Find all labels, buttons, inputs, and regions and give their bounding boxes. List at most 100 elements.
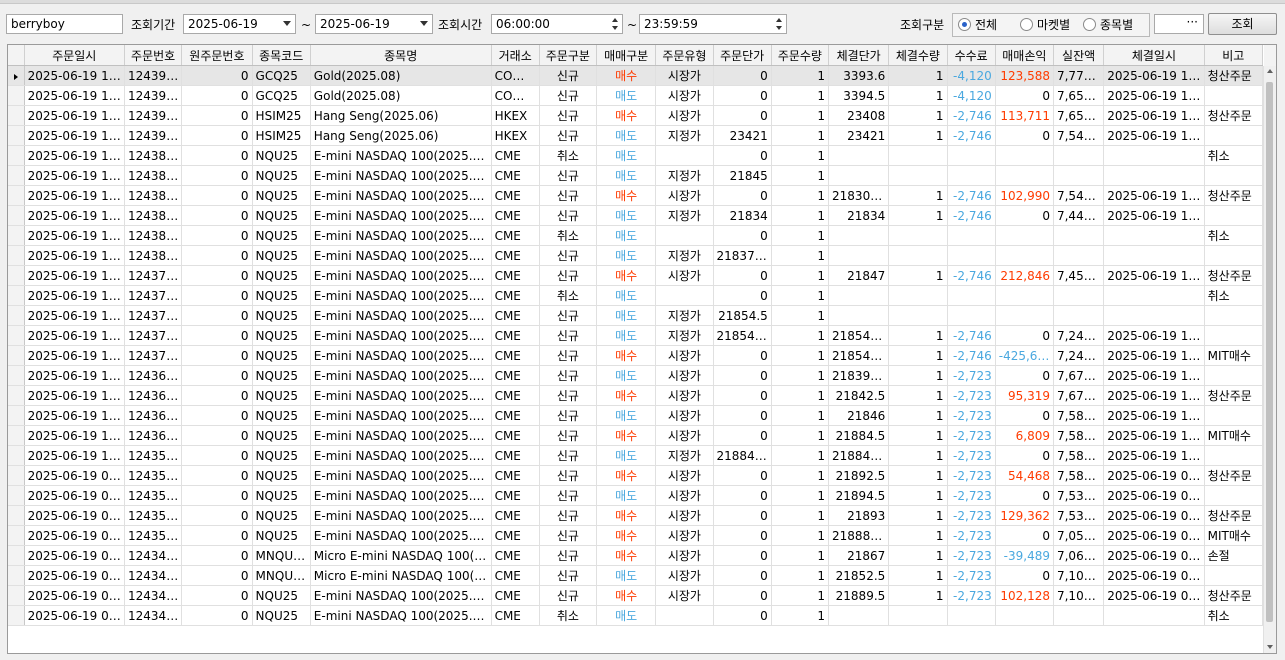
table-row[interactable]: 2025-06-19 11:… 1243957 0 HSIM25 Hang Seng(2… <box>8 125 1264 146</box>
time-from-spinner[interactable]: 06:00:00 <box>491 14 623 34</box>
row-indicator[interactable] <box>8 125 25 146</box>
table-row[interactable]: 2025-06-19 11:… 1243841 0 NQU25 E-mini NASDA… <box>8 205 1264 226</box>
column-header-order-no[interactable]: 주문번호 <box>124 45 183 66</box>
table-row[interactable]: 2025-06-19 09:… 1243451 0 MNQU25 Micro E-min… <box>8 565 1264 586</box>
column-header-order-qty[interactable]: 주문수량 <box>771 45 830 66</box>
column-header-order-price[interactable]: 주문단가 <box>713 45 772 66</box>
cell-order-price: 0 <box>713 565 772 586</box>
row-indicator[interactable] <box>8 225 25 246</box>
table-row[interactable]: 2025-06-19 10:… 1243716 0 NQU25 E-mini NASDA… <box>8 345 1264 366</box>
radio-item[interactable]: 종목별 <box>1083 17 1133 33</box>
row-indicator[interactable] <box>8 505 25 526</box>
table-row[interactable]: 2025-06-19 10:… 1243723 0 NQU25 E-mini NASDA… <box>8 285 1264 306</box>
cell-fee: -2,746 <box>947 205 996 226</box>
row-indicator[interactable] <box>8 425 25 446</box>
cell-orig-order-no: 0 <box>181 485 253 506</box>
time-to-spinner[interactable]: 23:59:59 <box>639 14 787 34</box>
table-row[interactable]: 2025-06-19 11:… 1243855 0 NQU25 E-mini NASDA… <box>8 145 1264 166</box>
row-indicator[interactable] <box>8 365 25 386</box>
user-id-field[interactable]: berryboy <box>6 14 123 34</box>
cell-order-price: 21834 <box>713 205 772 226</box>
row-indicator[interactable] <box>8 345 25 366</box>
column-header-trade-pnl[interactable]: 매매손익 <box>995 45 1054 66</box>
scroll-thumb[interactable] <box>1266 82 1273 622</box>
column-header-order-kind[interactable]: 주문구분 <box>539 45 598 66</box>
table-row[interactable]: 2025-06-19 10:… 1243663 0 NQU25 E-mini NASDA… <box>8 425 1264 446</box>
row-indicator[interactable] <box>8 285 25 306</box>
column-header-side[interactable]: 매매구분 <box>596 45 657 66</box>
row-indicator[interactable] <box>8 265 25 286</box>
table-row[interactable]: 2025-06-19 10:… 1243723 0 NQU25 E-mini NASDA… <box>8 305 1264 326</box>
column-header-fill-qty[interactable]: 체결수량 <box>888 45 948 66</box>
table-row[interactable]: 2025-06-19 09:… 1243553 0 NQU25 E-mini NASDA… <box>8 465 1264 486</box>
row-indicator[interactable] <box>8 545 25 566</box>
column-header-order-time[interactable]: 주문일시 <box>24 45 126 66</box>
column-header-fill-time[interactable]: 체결일시 <box>1103 45 1205 66</box>
table-row[interactable]: 2025-06-19 09:… 1243524 0 NQU25 E-mini NASDA… <box>8 525 1264 546</box>
row-indicator[interactable] <box>8 405 25 426</box>
row-indicator[interactable] <box>8 385 25 406</box>
table-row[interactable]: 2025-06-19 09:… 1243448 0 NQU25 E-mini NASDA… <box>8 585 1264 606</box>
column-header-symbol-code[interactable]: 종목코드 <box>252 45 311 66</box>
row-indicator[interactable] <box>8 205 25 226</box>
table-row[interactable]: 2025-06-19 11:… 1243981 0 GCQ25 Gold(2025.08… <box>8 85 1264 106</box>
date-from-picker[interactable]: 2025-06-19 <box>183 14 296 34</box>
row-indicator[interactable] <box>8 185 25 206</box>
column-header-remark[interactable]: 비고 <box>1204 45 1264 66</box>
row-indicator[interactable] <box>8 465 25 486</box>
row-indicator[interactable] <box>8 565 25 586</box>
table-row[interactable]: 2025-06-19 10:… 1243666 0 NQU25 E-mini NASDA… <box>8 385 1264 406</box>
row-indicator[interactable] <box>8 485 25 506</box>
row-indicator[interactable] <box>8 305 25 326</box>
table-row[interactable]: 2025-06-19 10:… 1243665 0 NQU25 E-mini NASDA… <box>8 405 1264 426</box>
chevron-down-icon[interactable] <box>283 21 291 26</box>
column-header-fill-price[interactable]: 체결단가 <box>828 45 890 66</box>
spin-up-icon[interactable] <box>612 18 618 22</box>
table-row[interactable]: 2025-06-19 09:… 1243529 0 NQU25 E-mini NASDA… <box>8 505 1264 526</box>
radio-all[interactable]: 전체 <box>958 17 997 33</box>
search-button[interactable]: 조회 <box>1208 13 1277 35</box>
ellipsis-field[interactable]: ··· <box>1154 14 1204 34</box>
column-header-fee[interactable]: 수수료 <box>947 45 996 66</box>
row-indicator[interactable] <box>8 165 25 186</box>
scroll-down-icon[interactable] <box>1267 645 1273 649</box>
table-row[interactable]: 2025-06-19 09:… 1243456 0 MNQU25 Micro E-min… <box>8 545 1264 566</box>
row-indicator[interactable] <box>8 585 25 606</box>
row-indicator[interactable] <box>8 85 25 106</box>
column-header-net-balance[interactable]: 실잔액 <box>1053 45 1105 66</box>
row-indicator[interactable] <box>8 245 25 266</box>
spin-down-icon[interactable] <box>612 26 618 30</box>
table-row[interactable]: 2025-06-19 09:… 1243541 0 NQU25 E-mini NASDA… <box>8 485 1264 506</box>
table-row[interactable]: 2025-06-19 11:… 1243961 0 HSIM25 Hang Seng(2… <box>8 105 1264 126</box>
spin-up-icon[interactable] <box>776 18 782 22</box>
column-header-orig-order-no[interactable]: 원주문번호 <box>181 45 253 66</box>
table-row[interactable]: 2025-06-19 11:… 1243840 0 NQU25 E-mini NASDA… <box>8 225 1264 246</box>
row-indicator[interactable] <box>8 525 25 546</box>
table-row[interactable]: 2025-06-19 10:… 1243695 0 NQU25 E-mini NASDA… <box>8 365 1264 386</box>
spin-down-icon[interactable] <box>776 26 782 30</box>
cell-fill-time <box>1103 245 1205 266</box>
date-to-picker[interactable]: 2025-06-19 <box>315 14 433 34</box>
row-indicator[interactable] <box>8 445 25 466</box>
table-row[interactable]: 2025-06-19 11:… 1243855 0 NQU25 E-mini NASDA… <box>8 165 1264 186</box>
table-row[interactable]: 2025-06-19 09:… 1243445 0 NQU25 E-mini NASDA… <box>8 605 1264 626</box>
row-indicator[interactable] <box>8 325 25 346</box>
radio-market[interactable]: 마켓별 <box>1020 17 1070 33</box>
row-indicator[interactable] <box>8 605 25 626</box>
table-row[interactable]: 2025-06-19 10:… 1243722 0 NQU25 E-mini NASDA… <box>8 325 1264 346</box>
column-header-order-type[interactable]: 주문유형 <box>655 45 714 66</box>
table-row[interactable]: 2025-06-19 11:… 1243991 0 GCQ25 Gold(2025.08… <box>8 65 1264 86</box>
row-indicator[interactable] <box>8 65 25 86</box>
table-row[interactable]: 2025-06-19 11:… 1243843 0 NQU25 E-mini NASDA… <box>8 185 1264 206</box>
column-header-symbol-name[interactable]: 종목명 <box>310 45 492 66</box>
table-row[interactable]: 2025-06-19 10:… 1243557 0 NQU25 E-mini NASDA… <box>8 445 1264 466</box>
table-row[interactable]: 2025-06-19 10:… 1243753 0 NQU25 E-mini NASDA… <box>8 265 1264 286</box>
row-indicator[interactable] <box>8 145 25 166</box>
table-row[interactable]: 2025-06-19 11:… 1243840 0 NQU25 E-mini NASDA… <box>8 245 1264 266</box>
chevron-down-icon[interactable] <box>420 21 428 26</box>
column-header-exchange[interactable]: 거래소 <box>491 45 540 66</box>
cell-symbol-name: E-mini NASDAQ 100(2025.09) <box>310 325 492 346</box>
scroll-up-icon[interactable] <box>1267 69 1273 73</box>
row-indicator[interactable] <box>8 105 25 126</box>
vertical-scrollbar[interactable] <box>1263 66 1276 653</box>
